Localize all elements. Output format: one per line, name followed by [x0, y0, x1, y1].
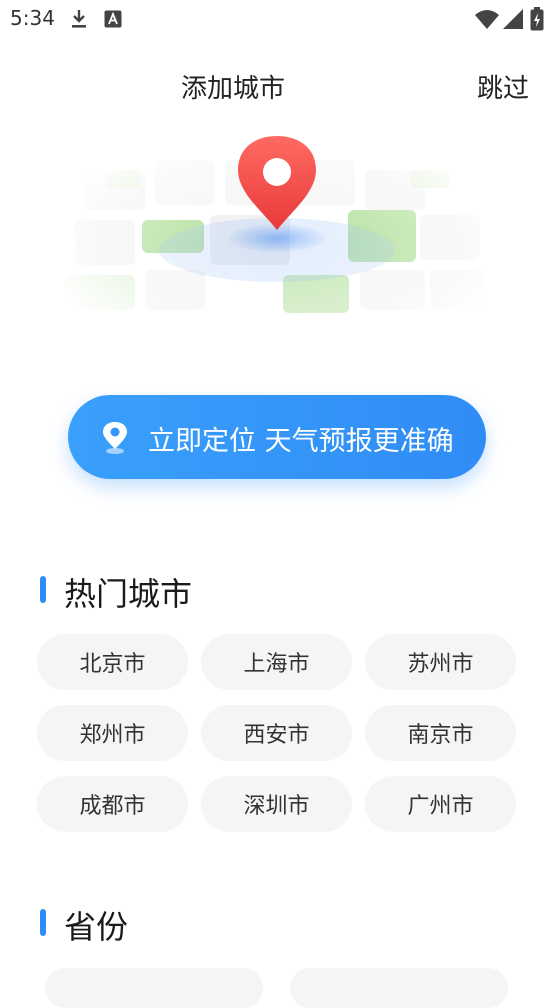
- city-chip-suzhou[interactable]: 苏州市: [365, 634, 516, 690]
- section-accent-bar: [40, 909, 46, 936]
- status-bar: 5:34: [0, 0, 554, 38]
- city-chip-guangzhou[interactable]: 广州市: [365, 776, 516, 832]
- locate-now-button[interactable]: 立即定位 天气预报更准确: [68, 395, 486, 479]
- battery-icon: [530, 7, 544, 35]
- province-chip[interactable]: [45, 968, 263, 1008]
- city-chip-nanjing[interactable]: 南京市: [365, 705, 516, 761]
- status-time: 5:34: [10, 6, 55, 30]
- city-chip-shenzhen[interactable]: 深圳市: [201, 776, 352, 832]
- signal-icon: [502, 8, 524, 34]
- city-chip-xian[interactable]: 西安市: [201, 705, 352, 761]
- city-chip-zhengzhou[interactable]: 郑州市: [37, 705, 188, 761]
- a-icon: [104, 10, 122, 32]
- province-chip[interactable]: [290, 968, 508, 1008]
- provinces-title: 省份: [64, 908, 129, 946]
- city-chip-beijing[interactable]: 北京市: [37, 634, 188, 690]
- header: 添加城市 跳过: [0, 60, 554, 110]
- city-chip-chengdu[interactable]: 成都市: [37, 776, 188, 832]
- wifi-icon: [474, 8, 500, 34]
- section-accent-bar: [40, 576, 46, 603]
- hot-cities-title: 热门城市: [64, 575, 193, 613]
- skip-button[interactable]: 跳过: [477, 68, 529, 105]
- page-title: 添加城市: [180, 74, 285, 104]
- location-illustration: [55, 130, 500, 340]
- city-chip-shanghai[interactable]: 上海市: [201, 634, 352, 690]
- location-pin-icon: [100, 421, 130, 455]
- download-icon: [70, 9, 88, 33]
- locate-now-label: 立即定位 天气预报更准确: [148, 426, 454, 457]
